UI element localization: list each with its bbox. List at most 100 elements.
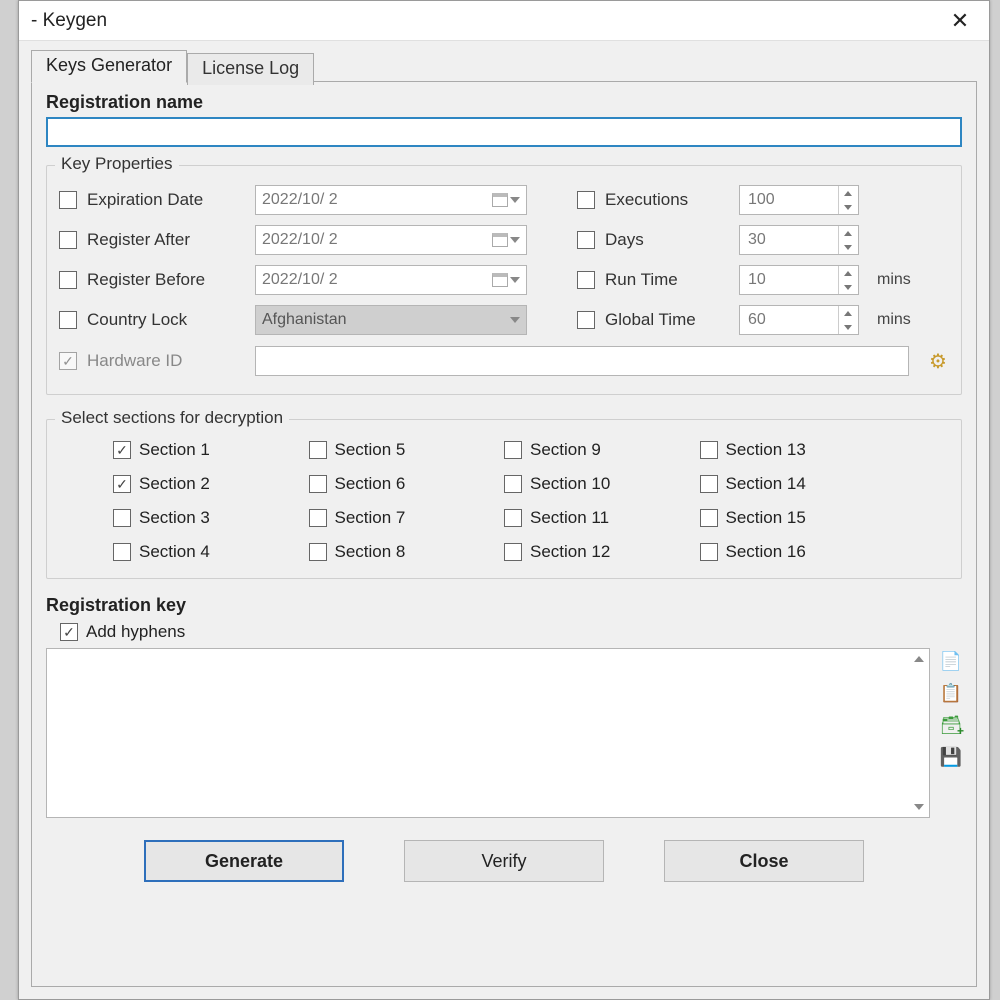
section-label: Section 10 [530,474,610,494]
days-checkbox[interactable] [577,231,595,249]
country-lock-checkbox[interactable] [59,311,77,329]
register-after-checkbox[interactable] [59,231,77,249]
tab-strip: Keys Generator License Log [31,49,977,83]
section-checkbox[interactable] [309,441,327,459]
chevron-down-icon [510,317,520,323]
section-item: Section 4 [113,542,309,562]
register-after-value: 2022/10/ 2 [262,231,338,249]
section-checkbox[interactable] [700,441,718,459]
section-item: Section 15 [700,508,896,528]
section-checkbox[interactable]: ✓ [113,441,131,459]
register-after-label: Register After [87,230,245,250]
section-checkbox[interactable] [309,475,327,493]
calendar-icon [492,233,508,247]
global-time-checkbox[interactable] [577,311,595,329]
section-label: Section 7 [335,508,406,528]
tab-page: Registration name Key Properties Expirat… [31,81,977,987]
section-item: Section 13 [700,440,896,460]
section-checkbox[interactable] [700,543,718,561]
section-checkbox[interactable] [113,543,131,561]
tab-keys-generator[interactable]: Keys Generator [31,50,187,83]
calendar-icon [492,193,508,207]
run-time-value: 10 [748,271,766,289]
spinner-icon[interactable] [838,226,856,254]
expiration-date-label: Expiration Date [87,190,245,210]
key-side-toolbar: 📄 📋 🗃+ 💾 [940,648,962,768]
register-after-field[interactable]: 2022/10/ 2 [255,225,527,255]
section-label: Section 9 [530,440,601,460]
registration-name-input[interactable] [46,117,962,147]
close-button[interactable]: Close [664,840,864,882]
section-label: Section 12 [530,542,610,562]
days-field[interactable]: 30 [739,225,859,255]
hardware-id-input[interactable] [255,346,909,376]
section-item: ✓ Section 2 [113,474,309,494]
executions-value: 100 [748,191,775,209]
registration-key-title: Registration key [46,595,962,616]
section-checkbox[interactable] [113,509,131,527]
section-item: Section 14 [700,474,896,494]
close-icon[interactable]: ✕ [943,8,977,34]
spinner-icon[interactable] [838,266,856,294]
section-checkbox[interactable] [504,543,522,561]
section-label: Section 11 [530,508,609,528]
window-title: - Keygen [31,10,943,32]
key-properties-title: Key Properties [55,154,179,174]
section-label: Section 15 [726,508,806,528]
run-time-field[interactable]: 10 [739,265,859,295]
expiration-date-field[interactable]: 2022/10/ 2 [255,185,527,215]
country-lock-label: Country Lock [87,310,245,330]
section-item: Section 6 [309,474,505,494]
section-checkbox[interactable] [309,543,327,561]
registration-name-label: Registration name [46,92,962,113]
add-hyphens-label: Add hyphens [86,622,185,642]
global-time-field[interactable]: 60 [739,305,859,335]
section-label: Section 2 [139,474,210,494]
gear-icon[interactable]: ⚙ [927,350,949,372]
executions-checkbox[interactable] [577,191,595,209]
button-row: Generate Verify Close [46,840,962,882]
tab-license-log[interactable]: License Log [187,53,314,85]
section-checkbox[interactable] [504,509,522,527]
section-item: Section 16 [700,542,896,562]
client-area: Keys Generator License Log Registration … [19,41,989,999]
generate-button[interactable]: Generate [144,840,344,882]
global-time-value: 60 [748,311,766,329]
section-item: Section 12 [504,542,700,562]
expiration-date-checkbox[interactable] [59,191,77,209]
add-icon[interactable]: 🗃+ [940,714,962,736]
scroll-up-icon[interactable] [911,651,927,667]
add-hyphens-checkbox[interactable]: ✓ [60,623,78,641]
sections-group: Select sections for decryption ✓Section … [46,419,962,579]
section-checkbox[interactable] [504,441,522,459]
executions-field[interactable]: 100 [739,185,859,215]
chevron-down-icon [510,277,520,283]
executions-label: Executions [605,190,729,210]
copy-icon[interactable]: 📄 [940,650,962,672]
spinner-icon[interactable] [838,306,856,334]
registration-key-textarea[interactable] [46,648,930,818]
run-time-checkbox[interactable] [577,271,595,289]
section-checkbox[interactable] [700,475,718,493]
section-item: ✓Section 1 [113,440,309,460]
register-before-checkbox[interactable] [59,271,77,289]
verify-button[interactable]: Verify [404,840,604,882]
paste-icon[interactable]: 📋 [940,682,962,704]
section-checkbox[interactable]: ✓ [113,475,131,493]
section-checkbox[interactable] [504,475,522,493]
section-checkbox[interactable] [309,509,327,527]
section-label: Section 6 [335,474,406,494]
register-before-field[interactable]: 2022/10/ 2 [255,265,527,295]
scroll-down-icon[interactable] [911,799,927,815]
section-label: Section 16 [726,542,806,562]
keygen-window: - Keygen ✕ Keys Generator License Log Re… [18,0,990,1000]
spinner-icon[interactable] [838,186,856,214]
country-lock-combo[interactable]: Afghanistan [255,305,527,335]
days-value: 30 [748,231,766,249]
section-checkbox[interactable] [700,509,718,527]
country-lock-value: Afghanistan [262,311,347,329]
run-time-label: Run Time [605,270,729,290]
sections-title: Select sections for decryption [55,408,289,428]
section-label: Section 3 [139,508,210,528]
save-icon[interactable]: 💾 [940,746,962,768]
